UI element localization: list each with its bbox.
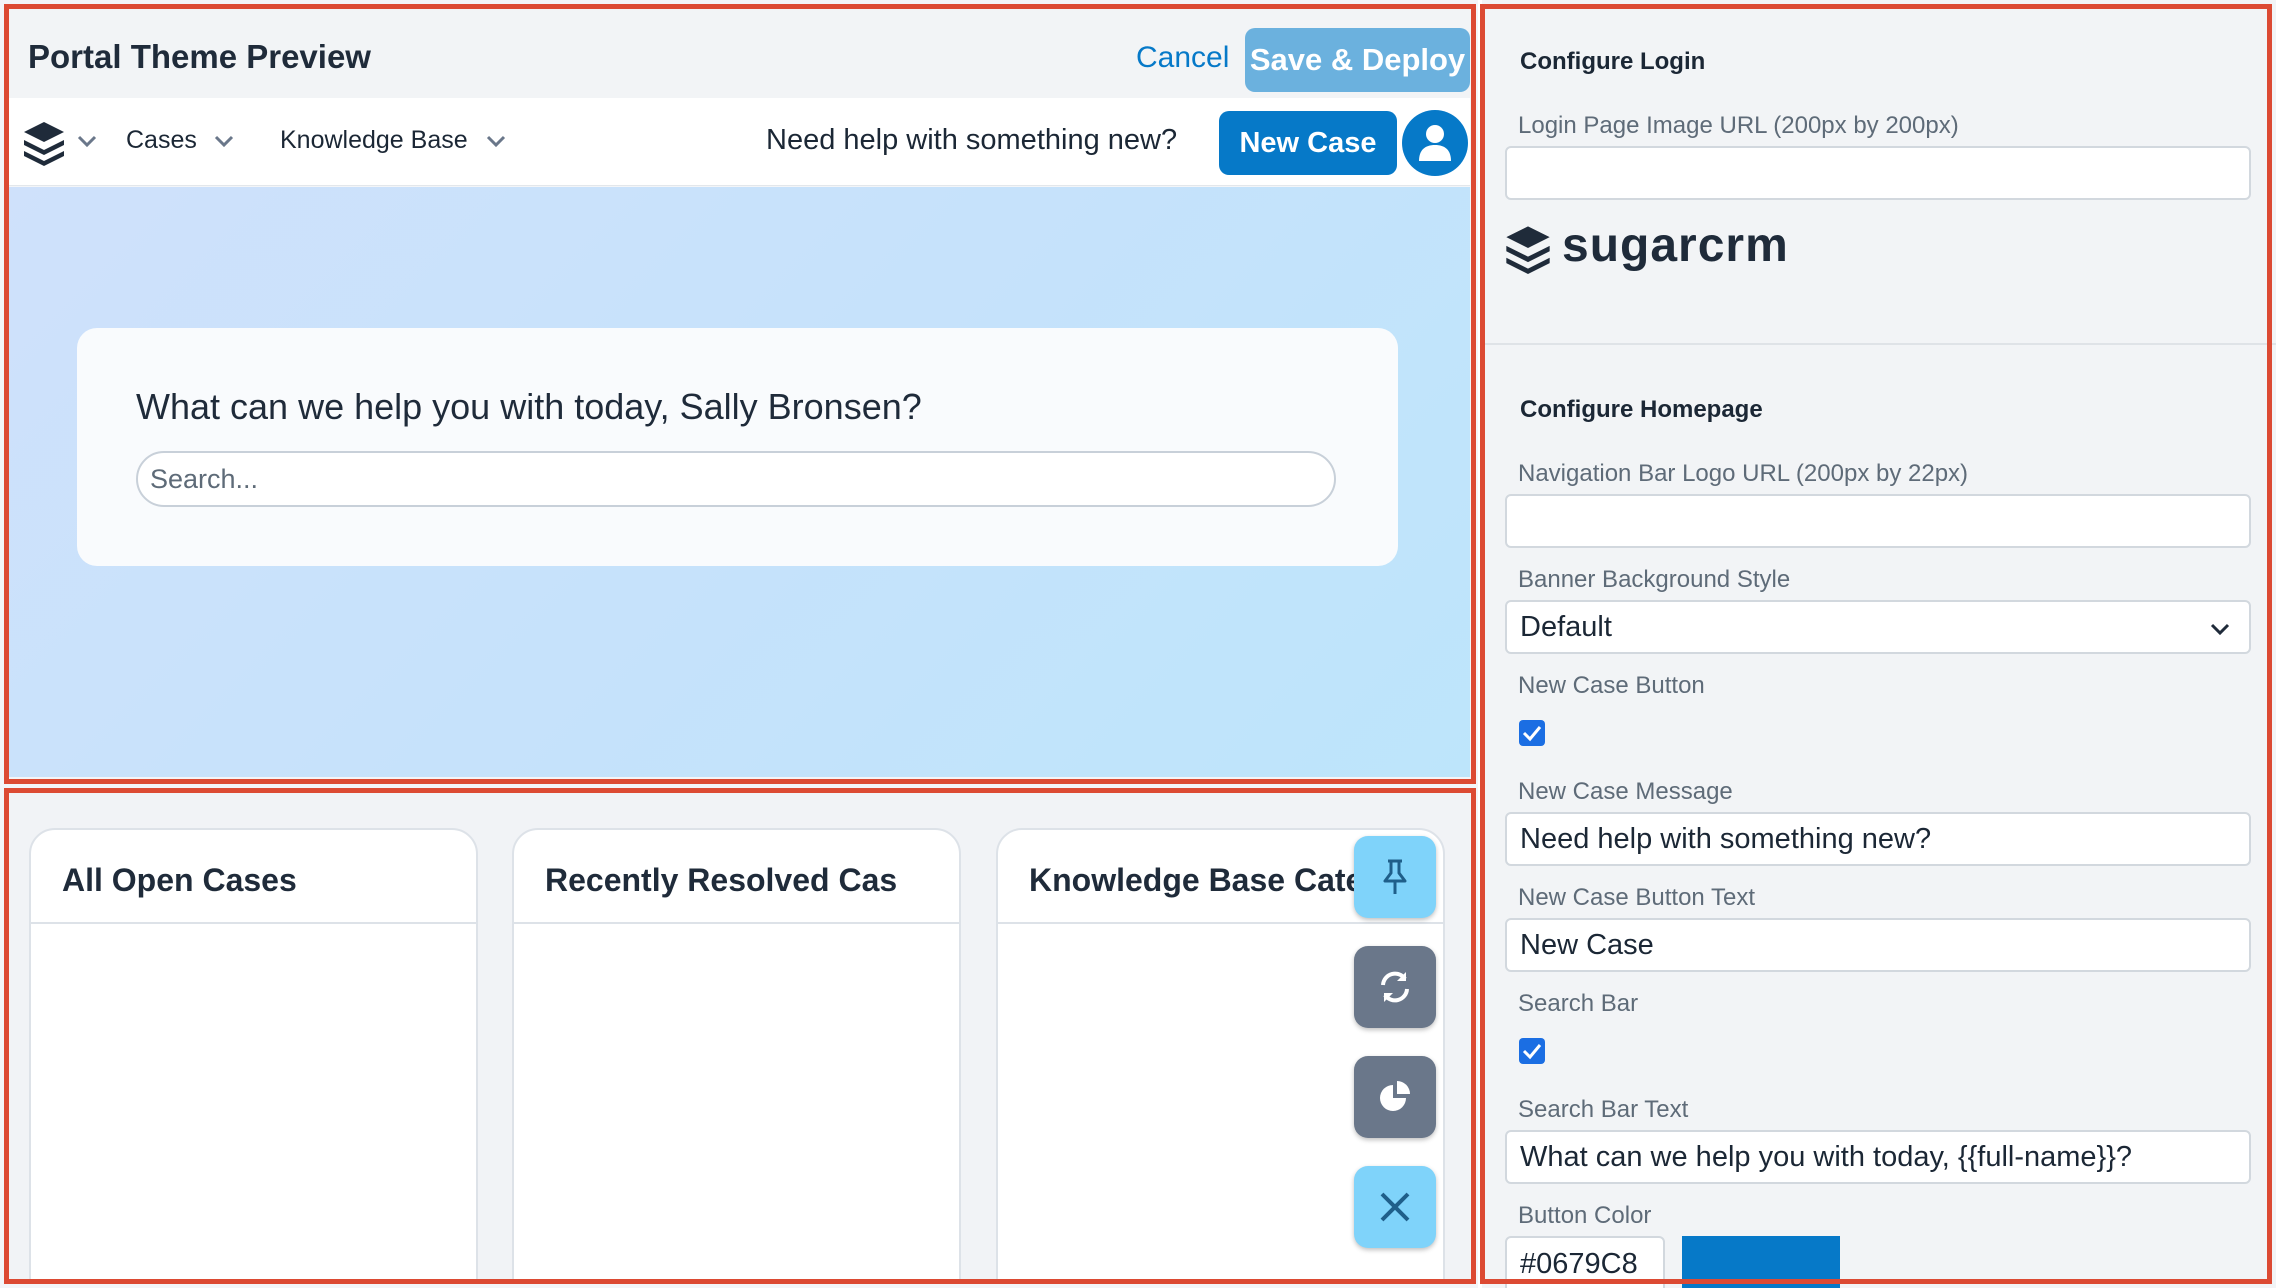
- login-image-url-label: Login Page Image URL (200px by 200px): [1518, 112, 1959, 139]
- search-bar-checkbox[interactable]: [1519, 1038, 1545, 1064]
- user-icon: [1419, 125, 1451, 161]
- preview-header: Portal Theme Preview Cancel Save & Deplo…: [8, 8, 1470, 98]
- nav-logo-url-label: Navigation Bar Logo URL (200px by 22px): [1518, 460, 1969, 487]
- search-bar-label: Search Bar: [1518, 990, 1639, 1017]
- login-image-url-field[interactable]: [1505, 146, 2251, 200]
- divider: [998, 922, 1443, 924]
- search-bar-text-field[interactable]: [1505, 1130, 2251, 1184]
- close-icon: [1380, 1192, 1410, 1222]
- avatar[interactable]: [1402, 110, 1468, 176]
- section-title-homepage: Configure Homepage: [1520, 396, 1763, 423]
- banner-question: What can we help you with today, Sally B…: [136, 386, 922, 427]
- section-title-login: Configure Login: [1520, 48, 1706, 75]
- new-case-button-text-field[interactable]: [1505, 918, 2251, 972]
- dashlet-all-open-cases[interactable]: All Open Cases: [29, 828, 478, 1280]
- chevron-down-icon[interactable]: [213, 130, 235, 152]
- nav-logo-url-field[interactable]: [1505, 494, 2251, 548]
- search-bar-text-label: Search Bar Text: [1518, 1096, 1689, 1123]
- chart-button[interactable]: [1354, 1056, 1436, 1138]
- search-input[interactable]: [136, 451, 1336, 507]
- portal-banner: What can we help you with today, Sally B…: [8, 187, 1470, 777]
- divider: [514, 922, 959, 924]
- pie-chart-icon: [1380, 1081, 1410, 1111]
- dashlet-title: Knowledge Base Categories: [1029, 862, 1369, 898]
- cancel-button[interactable]: Cancel: [1136, 41, 1229, 75]
- banner-style-label: Banner Background Style: [1518, 566, 1791, 593]
- layers-logo-icon[interactable]: [20, 118, 68, 166]
- button-color-swatch[interactable]: [1682, 1236, 1840, 1288]
- search-card: What can we help you with today, Sally B…: [77, 328, 1398, 566]
- new-case-button-checkbox[interactable]: [1519, 720, 1545, 746]
- section-divider: [1482, 343, 2276, 345]
- refresh-icon: [1381, 971, 1409, 1003]
- dashlet-area: All Open Cases Recently Resolved Cases K…: [8, 790, 1470, 1280]
- dashlet-recently-resolved-cases[interactable]: Recently Resolved Cases: [512, 828, 961, 1280]
- new-case-message-label: New Case Message: [1518, 778, 1733, 805]
- chevron-down-icon: [2210, 623, 2230, 636]
- close-button[interactable]: [1354, 1166, 1436, 1248]
- new-case-button[interactable]: New Case: [1219, 111, 1397, 175]
- config-panel: Configure Login Login Page Image URL (20…: [1482, 0, 2276, 1288]
- checkmark-icon: [1522, 1044, 1542, 1060]
- checkmark-icon: [1522, 726, 1542, 742]
- button-color-label: Button Color: [1518, 1202, 1652, 1229]
- portal-nav-bar: Cases Knowledge Base Need help with some…: [8, 98, 1470, 186]
- divider: [31, 922, 476, 924]
- dashlet-title: All Open Cases: [62, 862, 297, 898]
- nav-menu-knowledge-base[interactable]: Knowledge Base: [280, 126, 468, 155]
- save-deploy-button[interactable]: Save & Deploy: [1245, 28, 1470, 92]
- new-case-message-field[interactable]: [1505, 812, 2251, 866]
- banner-style-value: Default: [1520, 611, 1612, 643]
- button-color-field[interactable]: #0679C8: [1505, 1236, 1665, 1288]
- new-case-help-text: Need help with something new?: [766, 124, 1178, 156]
- dashlet-title: Recently Resolved Cases: [545, 862, 897, 898]
- pin-icon: [1383, 859, 1407, 894]
- banner-style-select[interactable]: Default: [1505, 600, 2251, 654]
- sugarcrm-logo-icon: [1506, 226, 1550, 274]
- chevron-down-icon[interactable]: [76, 130, 98, 152]
- portal-preview: Portal Theme Preview Cancel Save & Deplo…: [0, 0, 1478, 1288]
- nav-menu-cases[interactable]: Cases: [126, 126, 197, 155]
- new-case-button-text-label: New Case Button Text: [1518, 884, 1756, 911]
- login-logo-text: sugarcrm: [1562, 219, 1789, 272]
- chevron-down-icon[interactable]: [485, 130, 507, 152]
- pin-button[interactable]: [1354, 836, 1436, 918]
- page-title: Portal Theme Preview: [28, 38, 371, 75]
- refresh-button[interactable]: [1354, 946, 1436, 1028]
- new-case-button-label: New Case Button: [1518, 672, 1705, 699]
